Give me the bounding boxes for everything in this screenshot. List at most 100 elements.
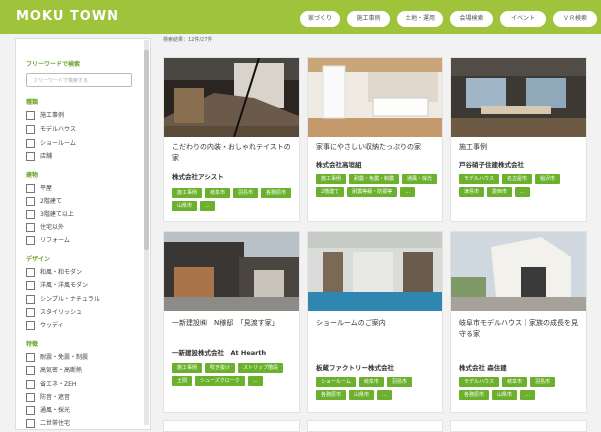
checkbox-icon[interactable] [26, 393, 35, 402]
checkbox-icon[interactable] [26, 223, 35, 232]
checkbox-icon[interactable] [26, 268, 35, 277]
tag-badge[interactable]: 津島市 [459, 187, 485, 197]
card-title[interactable]: 一新建設㈱ N様邸 「見渡す家」 [172, 318, 294, 329]
filter-checkbox[interactable]: リフォーム [26, 236, 70, 245]
card-title[interactable]: こだわりの内装・おしゃれテイストの家 [172, 142, 292, 164]
filter-checkbox[interactable]: 省エネ・ZEH [26, 380, 76, 389]
checkbox-icon[interactable] [26, 380, 35, 389]
filter-checkbox[interactable]: 平屋 [26, 184, 52, 193]
result-card[interactable]: 家事にやさしい収納たっぷりの家 株式会社高垣組 施工事例 耐震・免震・制震 通風… [307, 57, 443, 222]
filter-checkbox[interactable]: 防音・遮音 [26, 393, 70, 402]
card-title[interactable]: 家事にやさしい収納たっぷりの家 [316, 142, 438, 153]
tag-badge[interactable]: 岐阜市 [502, 377, 528, 387]
tag-badge[interactable]: シューズクローク [195, 376, 245, 386]
card-title[interactable]: 施工事例 [459, 142, 487, 153]
tag-badge[interactable]: 耐震・免震・制震 [349, 174, 400, 184]
nav-house-building[interactable]: 家づくり [300, 11, 340, 27]
tag-badge[interactable]: 施工事例 [172, 363, 203, 373]
filter-checkbox[interactable]: スタイリッシュ [26, 308, 82, 317]
nav-construction-cases[interactable]: 施工事例 [347, 11, 390, 27]
filter-checkbox[interactable]: 店舗 [26, 152, 52, 161]
tag-more-badge[interactable]: ... [377, 390, 392, 400]
tag-badge[interactable]: ストリップ階段 [238, 363, 284, 373]
nav-venue-search[interactable]: 会場検索 [450, 11, 493, 27]
checkbox-icon[interactable] [26, 353, 35, 362]
result-card-partial[interactable] [450, 420, 587, 432]
freeword-search-input[interactable]: フリーワードで検索する [26, 73, 132, 87]
tag-badge[interactable]: 羽島市 [386, 377, 412, 387]
tag-badge[interactable]: 土間 [172, 376, 193, 386]
checkbox-icon[interactable] [26, 125, 35, 134]
tag-badge[interactable]: 施工事例 [316, 174, 347, 184]
filter-checkbox[interactable]: 2階建て [26, 197, 62, 206]
nav-land[interactable]: 土地・運用 [397, 11, 443, 27]
checkbox-icon[interactable] [26, 197, 35, 206]
card-photo[interactable] [308, 58, 442, 137]
card-photo[interactable] [164, 58, 299, 137]
filter-checkbox[interactable]: 3階建て以上 [26, 210, 74, 219]
nav-events[interactable]: イベント [500, 11, 546, 27]
filter-checkbox[interactable]: 高気密・高断熱 [26, 366, 82, 375]
tag-badge[interactable]: 岐阜市 [358, 377, 384, 387]
card-photo[interactable] [451, 232, 586, 311]
checkbox-icon[interactable] [26, 419, 35, 428]
checkbox-icon[interactable] [26, 236, 35, 245]
filter-checkbox[interactable]: 二世帯住宅 [26, 419, 70, 428]
checkbox-icon[interactable] [26, 111, 35, 120]
filter-checkbox[interactable]: ショールーム [26, 139, 76, 148]
tag-badge[interactable]: 稲沢市 [535, 174, 561, 184]
filter-checkbox[interactable]: 洋風・洋風モダン [26, 281, 88, 290]
tag-more-badge[interactable]: ... [520, 390, 535, 400]
filter-checkbox[interactable]: モデルハウス [26, 125, 76, 134]
tag-badge[interactable]: 通風・採光 [402, 174, 438, 184]
tag-badge[interactable]: ショールーム [316, 377, 356, 387]
tag-badge[interactable]: 羽島市 [530, 377, 556, 387]
tag-badge[interactable]: 山県市 [492, 390, 518, 400]
filter-checkbox[interactable]: 通風・採光 [26, 406, 70, 415]
card-title[interactable]: 岐阜市モデルハウス｜家族の成長を見守る家 [459, 318, 581, 340]
tag-badge[interactable]: モデルハウス [459, 174, 500, 184]
card-photo[interactable] [308, 232, 442, 311]
card-photo[interactable] [164, 232, 299, 311]
tag-badge[interactable]: 各務原市 [316, 390, 347, 400]
result-card[interactable]: ショールームのご案内 板蔵ファクトリー株式会社 ショールーム 岐阜市 羽島市 各… [307, 231, 443, 413]
tag-more-badge[interactable]: ... [247, 376, 263, 386]
tag-badge[interactable]: 愛西市 [487, 187, 513, 197]
card-title[interactable]: ショールームのご案内 [316, 318, 386, 329]
tag-badge[interactable]: 施工事例 [172, 188, 203, 198]
checkbox-icon[interactable] [26, 184, 35, 193]
sidebar-scroll-thumb[interactable] [144, 50, 149, 250]
checkbox-icon[interactable] [26, 210, 35, 219]
tag-more-badge[interactable]: ... [515, 187, 530, 197]
checkbox-icon[interactable] [26, 295, 35, 304]
tag-badge[interactable]: 吹き抜け [205, 363, 236, 373]
nav-vr-search[interactable]: ＶＲ検索 [553, 11, 597, 27]
filter-checkbox[interactable]: 耐震・免震・制震 [26, 353, 88, 362]
tag-badge[interactable]: 山県市 [172, 201, 198, 211]
tag-badge[interactable]: 羽島市 [233, 188, 259, 198]
checkbox-icon[interactable] [26, 366, 35, 375]
checkbox-icon[interactable] [26, 308, 35, 317]
site-logo[interactable]: MOKU TOWN [16, 9, 119, 24]
tag-more-badge[interactable]: ... [200, 201, 215, 211]
checkbox-icon[interactable] [26, 321, 35, 330]
filter-checkbox[interactable]: ウッディ [26, 321, 64, 330]
tag-badge[interactable]: 名古屋市 [502, 174, 533, 184]
tag-badge[interactable]: 岐阜市 [205, 188, 231, 198]
filter-checkbox[interactable]: 施工事例 [26, 111, 64, 120]
result-card[interactable]: 岐阜市モデルハウス｜家族の成長を見守る家 株式会社 森住建 モデルハウス 岐阜市… [450, 231, 587, 413]
tag-more-badge[interactable]: ... [400, 187, 415, 197]
checkbox-icon[interactable] [26, 281, 35, 290]
tag-badge[interactable]: 山県市 [349, 390, 375, 400]
result-card-partial[interactable] [163, 420, 300, 432]
result-card[interactable]: 施工事例 戸谷硝子住建株式会社 モデルハウス 名古屋市 稲沢市 津島市 愛西市 … [450, 57, 587, 222]
result-card[interactable]: 一新建設㈱ N様邸 「見渡す家」 一新建設株式会社 At Hearth 施工事例… [163, 231, 300, 413]
checkbox-icon[interactable] [26, 139, 35, 148]
tag-badge[interactable]: 耐震等級・防振等 [347, 187, 398, 197]
tag-badge[interactable]: モデルハウス [459, 377, 500, 387]
checkbox-icon[interactable] [26, 152, 35, 161]
tag-badge[interactable]: 各務原市 [261, 188, 292, 198]
tag-badge[interactable]: 2階建て [316, 187, 345, 197]
checkbox-icon[interactable] [26, 406, 35, 415]
card-photo[interactable] [451, 58, 586, 137]
